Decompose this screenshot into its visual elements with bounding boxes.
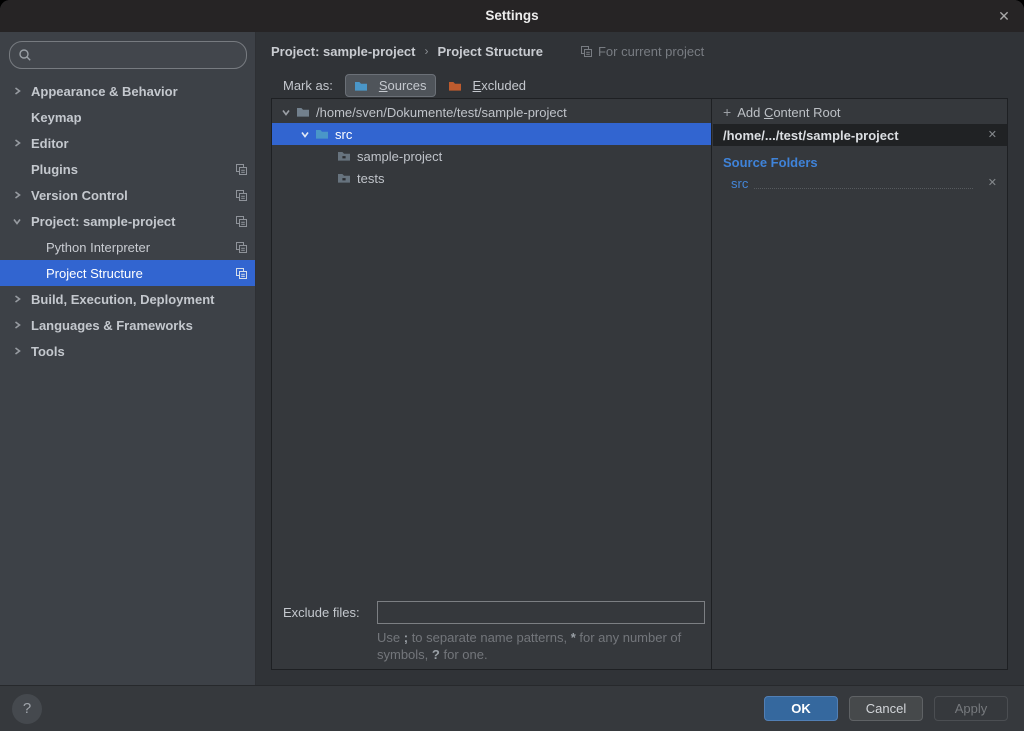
chevron-right-icon [12, 346, 31, 356]
content-root-path: /home/.../test/sample-project [723, 128, 899, 143]
sidebar-item-tools[interactable]: Tools [0, 338, 255, 364]
cancel-button[interactable]: Cancel [849, 696, 923, 721]
folder-icon [296, 106, 310, 118]
sidebar-item-version-control[interactable]: Version Control [0, 182, 255, 208]
settings-search-field[interactable] [9, 41, 247, 69]
search-input[interactable] [38, 48, 238, 63]
content-root-item[interactable]: /home/.../test/sample-project ✕ [713, 124, 1007, 146]
title-bar: Settings ✕ [0, 0, 1024, 32]
apply-button[interactable]: Apply [934, 696, 1008, 721]
mark-as-toolbar: Mark as: Sources Excluded [283, 73, 535, 98]
settings-sidebar: Appearance & Behavior Keymap Editor Plug… [0, 32, 256, 685]
sidebar-item-keymap[interactable]: Keymap [0, 104, 255, 130]
settings-content: Project: sample-project › Project Struct… [256, 32, 1024, 685]
folder-icon [337, 150, 351, 162]
content-roots-pane: + Add Content Root /home/.../test/sample… [713, 99, 1007, 669]
plus-icon: + [723, 104, 731, 120]
source-folder-link[interactable]: src [731, 176, 748, 191]
tree-row-tests[interactable]: tests [272, 167, 711, 189]
sidebar-item-languages-frameworks[interactable]: Languages & Frameworks [0, 312, 255, 338]
source-folder-item[interactable]: src ✕ [713, 173, 1007, 193]
remove-source-folder-icon[interactable]: ✕ [988, 172, 997, 194]
sidebar-item-python-interpreter[interactable]: Python Interpreter [0, 234, 255, 260]
ok-button[interactable]: OK [764, 696, 838, 721]
dialog-title: Settings [0, 0, 1024, 32]
sidebar-item-plugins[interactable]: Plugins [0, 156, 255, 182]
add-content-root-button[interactable]: + Add Content Root [713, 101, 1007, 123]
project-settings-badge-icon [235, 267, 248, 280]
project-settings-badge-icon [235, 215, 248, 228]
dotted-leader [754, 178, 973, 189]
tree-row-sample-project[interactable]: sample-project [272, 145, 711, 167]
help-button[interactable]: ? [12, 694, 42, 724]
tree-row-content-root[interactable]: /home/sven/Dokumente/test/sample-project [272, 101, 711, 123]
chevron-down-icon [281, 107, 291, 117]
scope-note: For current project [580, 44, 704, 59]
chevron-right-icon [12, 294, 31, 304]
chevron-right-icon [12, 138, 31, 148]
mark-as-label: Mark as: [283, 78, 333, 93]
exclude-files-input[interactable] [377, 601, 705, 624]
settings-dialog: Settings ✕ Appearance & Behavior Keymap [0, 0, 1024, 731]
dialog-footer: ? OK Cancel Apply [0, 685, 1024, 731]
sources-folder-icon [354, 80, 368, 92]
mark-excluded-button[interactable]: Excluded [439, 74, 535, 97]
chevron-right-icon [12, 320, 31, 330]
exclude-files-section: Exclude files: Use ; to separate name pa… [272, 601, 711, 663]
close-icon[interactable]: ✕ [992, 4, 1016, 28]
chevron-down-icon [300, 129, 310, 139]
mark-sources-button[interactable]: Sources [345, 74, 436, 97]
sidebar-item-project-sample-project[interactable]: Project: sample-project [0, 208, 255, 234]
content-tree-pane: /home/sven/Dokumente/test/sample-project… [272, 99, 712, 669]
breadcrumb-project[interactable]: Project: sample-project [271, 44, 416, 59]
sidebar-item-build-execution-deployment[interactable]: Build, Execution, Deployment [0, 286, 255, 312]
exclude-files-hint: Use ; to separate name patterns, * for a… [377, 629, 717, 663]
source-folders-title: Source Folders [713, 155, 1007, 170]
breadcrumb-separator: › [425, 44, 429, 58]
chevron-down-icon [12, 216, 31, 226]
exclude-files-label: Exclude files: [283, 605, 377, 620]
breadcrumb: Project: sample-project › Project Struct… [271, 41, 704, 61]
settings-nav: Appearance & Behavior Keymap Editor Plug… [0, 78, 255, 364]
project-settings-badge-icon [580, 45, 593, 58]
project-settings-badge-icon [235, 241, 248, 254]
tree-row-src[interactable]: src [272, 123, 711, 145]
breadcrumb-project-structure[interactable]: Project Structure [438, 44, 543, 59]
project-settings-badge-icon [235, 189, 248, 202]
directory-tree: /home/sven/Dokumente/test/sample-project… [272, 99, 711, 189]
excluded-folder-icon [448, 80, 462, 92]
project-structure-panel: /home/sven/Dokumente/test/sample-project… [271, 98, 1008, 670]
search-icon [18, 48, 32, 62]
remove-content-root-icon[interactable]: ✕ [988, 124, 997, 146]
project-settings-badge-icon [235, 163, 248, 176]
sidebar-item-project-structure[interactable]: Project Structure [0, 260, 255, 286]
chevron-right-icon [12, 190, 31, 200]
sidebar-item-editor[interactable]: Editor [0, 130, 255, 156]
source-folder-icon [315, 128, 329, 140]
sidebar-item-appearance-behavior[interactable]: Appearance & Behavior [0, 78, 255, 104]
folder-icon [337, 172, 351, 184]
chevron-right-icon [12, 86, 31, 96]
